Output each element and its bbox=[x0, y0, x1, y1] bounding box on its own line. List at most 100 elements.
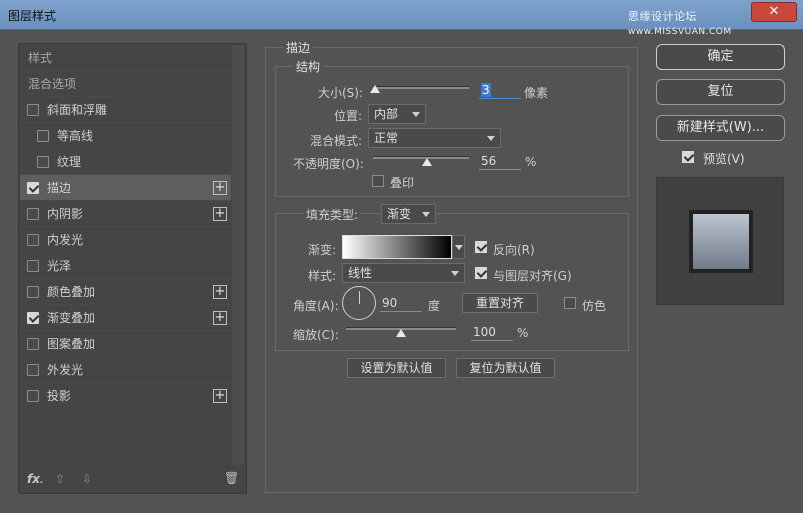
style-item-label: 混合选项 bbox=[28, 77, 77, 91]
size-input[interactable]: 3 bbox=[479, 83, 521, 99]
align-with-layer-label: 与图层对齐(G) bbox=[493, 269, 572, 283]
chevron-down-icon bbox=[487, 136, 495, 141]
align-with-layer-checkbox[interactable] bbox=[475, 267, 487, 279]
style-item[interactable]: 斜面和浮雕 bbox=[20, 97, 231, 123]
fill-type-label: 填充类型: bbox=[303, 206, 362, 223]
style-item[interactable]: 投影 + bbox=[20, 383, 231, 409]
style-item-checkbox[interactable] bbox=[27, 182, 39, 194]
reset-button[interactable]: 复位 bbox=[656, 79, 785, 105]
style-item[interactable]: 内发光 bbox=[20, 227, 231, 253]
preview-fill bbox=[693, 214, 749, 269]
fx-button[interactable]: fx. bbox=[27, 472, 43, 486]
style-preview bbox=[656, 177, 784, 305]
new-style-button[interactable]: 新建样式(W)... bbox=[656, 115, 785, 141]
delete-button[interactable]: 🗑 bbox=[224, 471, 239, 485]
style-item-checkbox[interactable] bbox=[27, 208, 39, 220]
preview-swatch bbox=[689, 210, 753, 273]
style-item[interactable]: 光泽 bbox=[20, 253, 231, 279]
angle-dial[interactable] bbox=[342, 286, 376, 320]
style-item-label: 内发光 bbox=[47, 233, 84, 247]
size-unit: 像素 bbox=[524, 86, 549, 100]
arrow-up-icon: ⇧ bbox=[55, 472, 66, 486]
chevron-down-icon bbox=[451, 271, 459, 276]
fill-type-select[interactable]: 渐变 bbox=[381, 204, 436, 224]
style-item-checkbox[interactable] bbox=[27, 104, 39, 116]
add-effect-icon[interactable]: + bbox=[213, 285, 227, 299]
style-item[interactable]: 图案叠加 bbox=[20, 331, 231, 357]
watermark-text: 思缘设计论坛 bbox=[628, 10, 697, 23]
style-item[interactable]: 渐变叠加 + bbox=[20, 305, 231, 331]
style-item[interactable]: 内阴影 + bbox=[20, 201, 231, 227]
angle-label: 角度(A): bbox=[293, 299, 339, 313]
ok-button[interactable]: 确定 bbox=[656, 44, 785, 70]
gradient-swatch[interactable] bbox=[342, 235, 452, 259]
add-effect-icon[interactable]: + bbox=[213, 389, 227, 403]
style-item-label: 投影 bbox=[47, 389, 72, 403]
position-select[interactable]: 内部 bbox=[368, 104, 426, 124]
style-item-label: 光泽 bbox=[47, 259, 72, 273]
style-item-checkbox[interactable] bbox=[27, 312, 39, 324]
style-item[interactable]: 纹理 bbox=[20, 149, 231, 175]
styles-scrollbar[interactable] bbox=[232, 45, 244, 465]
add-effect-icon[interactable]: + bbox=[213, 207, 227, 221]
scale-unit: % bbox=[517, 326, 529, 340]
trash-icon: 🗑 bbox=[224, 471, 240, 485]
window-title: 图层样式 bbox=[8, 9, 57, 23]
dither-checkbox[interactable] bbox=[564, 297, 576, 309]
overprint-checkbox[interactable] bbox=[372, 175, 384, 187]
style-item-checkbox[interactable] bbox=[37, 156, 49, 168]
move-down-button[interactable]: ⇩ bbox=[82, 472, 92, 486]
reverse-label: 反向(R) bbox=[493, 243, 535, 257]
angle-input[interactable]: 90 bbox=[380, 296, 422, 312]
reverse-checkbox[interactable] bbox=[475, 241, 487, 253]
scale-slider-thumb[interactable] bbox=[396, 329, 406, 337]
style-item-checkbox[interactable] bbox=[27, 286, 39, 298]
style-item-label: 描边 bbox=[47, 181, 72, 195]
style-item[interactable]: 外发光 bbox=[20, 357, 231, 383]
style-item[interactable]: 描边 + bbox=[20, 175, 231, 201]
overprint-label: 叠印 bbox=[390, 176, 415, 190]
scale-label: 缩放(C): bbox=[293, 328, 339, 342]
opacity-label: 不透明度(O): bbox=[293, 157, 364, 171]
dither-label: 仿色 bbox=[582, 299, 607, 313]
gradient-picker-button[interactable] bbox=[452, 235, 465, 259]
style-item-label: 等高线 bbox=[57, 129, 94, 143]
add-effect-icon[interactable]: + bbox=[213, 181, 227, 195]
move-up-button[interactable]: ⇧ bbox=[55, 472, 65, 486]
add-effect-icon[interactable]: + bbox=[213, 311, 227, 325]
close-button[interactable]: ✕ bbox=[751, 2, 797, 22]
set-default-button[interactable]: 设置为默认值 bbox=[347, 358, 446, 378]
close-icon: ✕ bbox=[768, 4, 780, 19]
style-item[interactable]: 混合选项 bbox=[20, 71, 231, 97]
fx-submenu-icon: . bbox=[39, 476, 44, 486]
preview-checkbox[interactable] bbox=[682, 151, 694, 163]
style-item-checkbox[interactable] bbox=[37, 130, 49, 142]
opacity-input[interactable]: 56 bbox=[479, 154, 521, 170]
size-slider-thumb[interactable] bbox=[369, 85, 380, 93]
opacity-slider-thumb[interactable] bbox=[421, 158, 432, 166]
stroke-section-title: 描边 bbox=[283, 39, 314, 56]
reset-alignment-button[interactable]: 重置对齐 bbox=[462, 293, 538, 313]
style-item-label: 斜面和浮雕 bbox=[47, 103, 108, 117]
style-item-checkbox[interactable] bbox=[27, 234, 39, 246]
structure-title: 结构 bbox=[293, 58, 324, 75]
scale-input[interactable]: 100 bbox=[471, 325, 513, 341]
style-item-label: 颜色叠加 bbox=[47, 285, 96, 299]
gradient-label: 渐变: bbox=[308, 243, 337, 257]
reset-default-button[interactable]: 复位为默认值 bbox=[456, 358, 555, 378]
gradient-style-select[interactable]: 线性 bbox=[342, 263, 465, 283]
blend-mode-select[interactable]: 正常 bbox=[368, 128, 501, 148]
style-item-label: 内阴影 bbox=[47, 207, 84, 221]
styles-panel: 样式 混合选项 斜面和浮雕 等高线 纹理 描边 + 内阴影 + 内发光 光泽 颜色叠加 + 渐变叠加 + 图案… bbox=[18, 43, 247, 494]
style-item-checkbox[interactable] bbox=[27, 338, 39, 350]
style-item-checkbox[interactable] bbox=[27, 364, 39, 376]
style-item[interactable]: 颜色叠加 + bbox=[20, 279, 231, 305]
style-item[interactable]: 等高线 bbox=[20, 123, 231, 149]
style-item-checkbox[interactable] bbox=[27, 390, 39, 402]
style-label: 样式: bbox=[308, 269, 337, 283]
size-slider[interactable] bbox=[373, 86, 469, 89]
style-item-checkbox[interactable] bbox=[27, 260, 39, 272]
preview-label: 预览(V) bbox=[703, 152, 745, 166]
style-item[interactable]: 样式 bbox=[20, 45, 231, 71]
angle-unit: 度 bbox=[428, 299, 441, 313]
